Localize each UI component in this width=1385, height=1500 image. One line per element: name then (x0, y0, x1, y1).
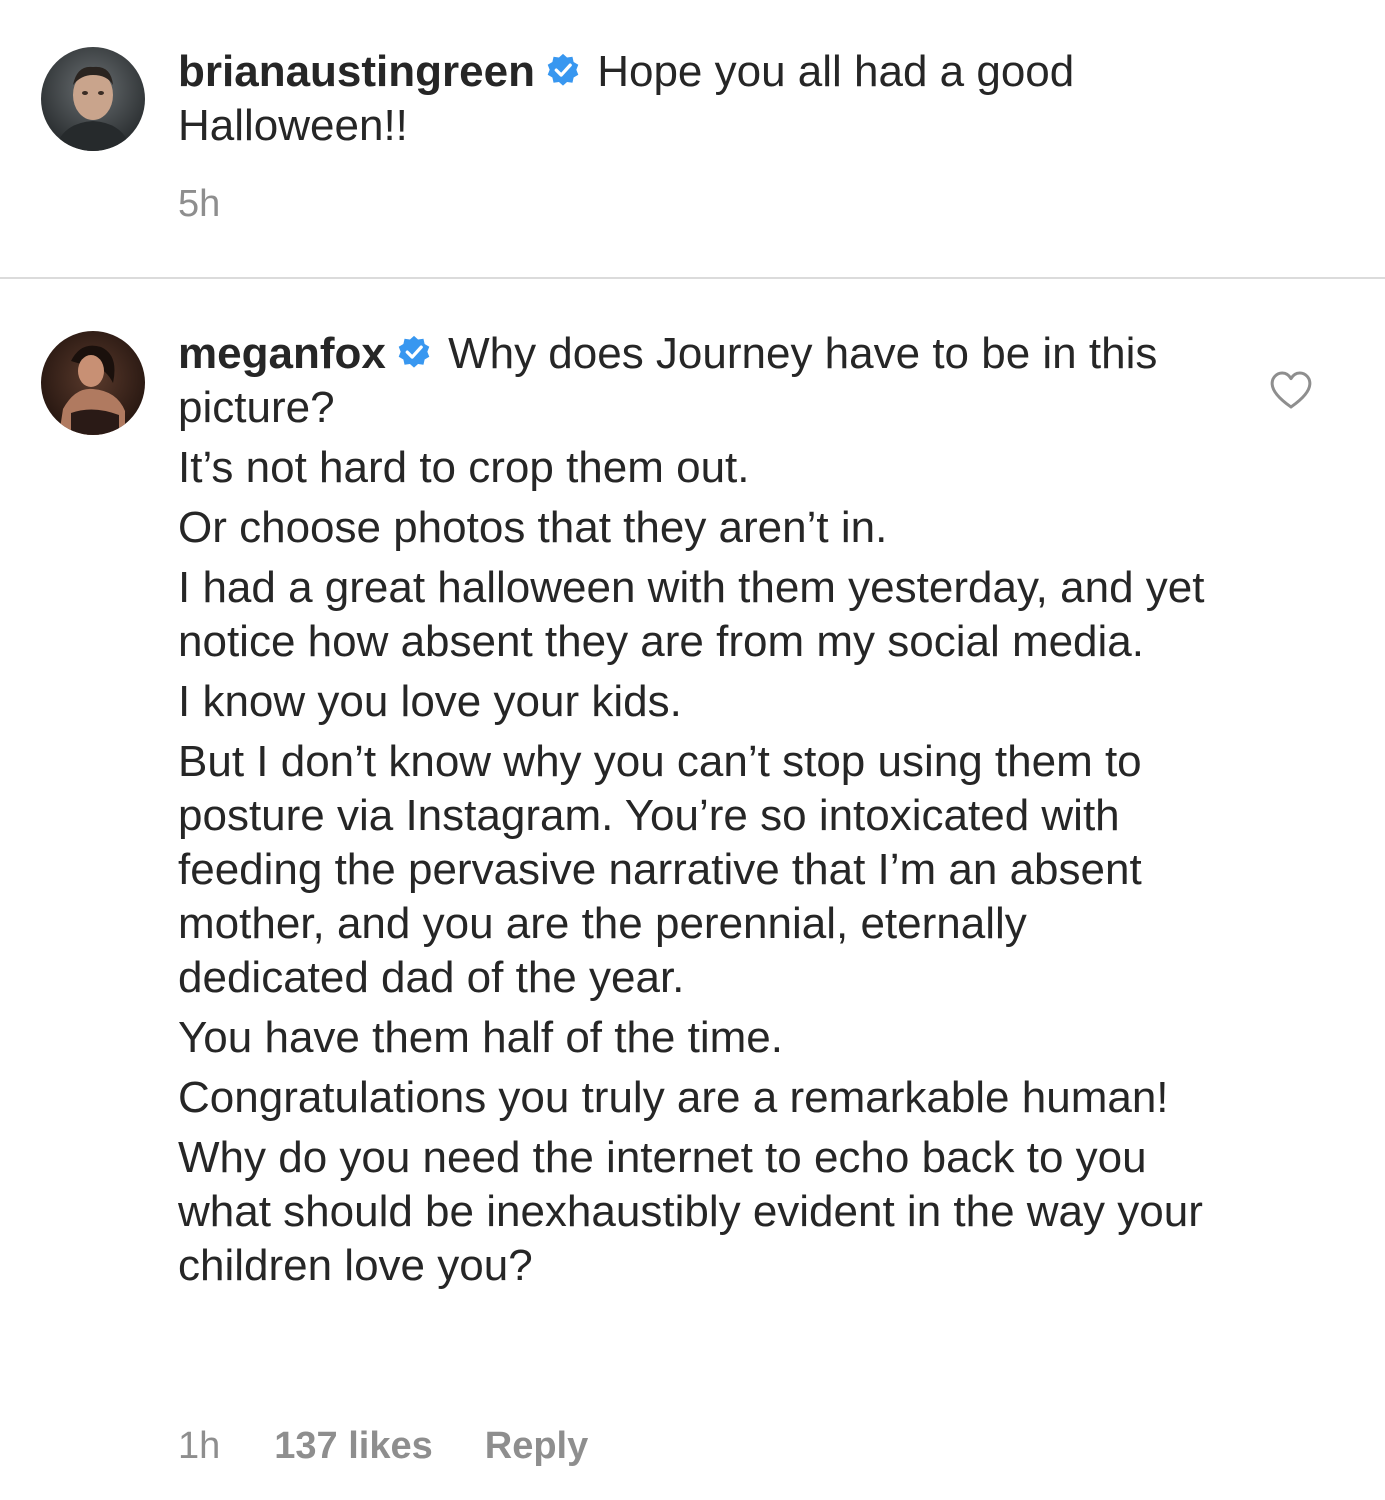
comment-line: I had a great halloween with them yester… (178, 563, 1205, 666)
avatar[interactable] (41, 331, 145, 435)
avatar-image (41, 47, 145, 151)
heart-outline-icon[interactable] (1269, 370, 1313, 410)
caption-text-block: brianaustingreen Hope you all had a good… (178, 45, 1188, 153)
avatar[interactable] (41, 47, 145, 151)
comment-text-block: meganfox Why does Journey have to be in … (178, 327, 1228, 1293)
comment-line: It’s not hard to crop them out. (178, 443, 750, 492)
verified-badge-icon (396, 335, 432, 371)
comment-line: I know you love your kids. (178, 677, 682, 726)
comment-line: You have them half of the time. (178, 1013, 783, 1062)
caption-username[interactable]: brianaustingreen (178, 47, 535, 96)
caption-timestamp[interactable]: 5h (178, 183, 220, 225)
divider (0, 277, 1385, 279)
comment-username[interactable]: meganfox (178, 329, 386, 378)
post-caption: brianaustingreen Hope you all had a good… (0, 0, 1385, 278)
avatar-image (41, 331, 145, 435)
comment-line: Or choose photos that they aren’t in. (178, 503, 888, 552)
caption-meta: 5h (178, 183, 220, 226)
comment-likes-count[interactable]: 137 likes (274, 1425, 432, 1467)
comment-timestamp[interactable]: 1h (178, 1425, 220, 1467)
verified-badge-icon (545, 53, 581, 89)
comment-line: Why do you need the internet to echo bac… (178, 1133, 1203, 1290)
comment-meta: 1h 137 likes Reply (178, 1425, 588, 1468)
comment-line: Congratulations you truly are a remarkab… (178, 1073, 1169, 1122)
reply-button[interactable]: Reply (485, 1425, 588, 1467)
comment-line: But I don’t know why you can’t stop usin… (178, 737, 1142, 1002)
